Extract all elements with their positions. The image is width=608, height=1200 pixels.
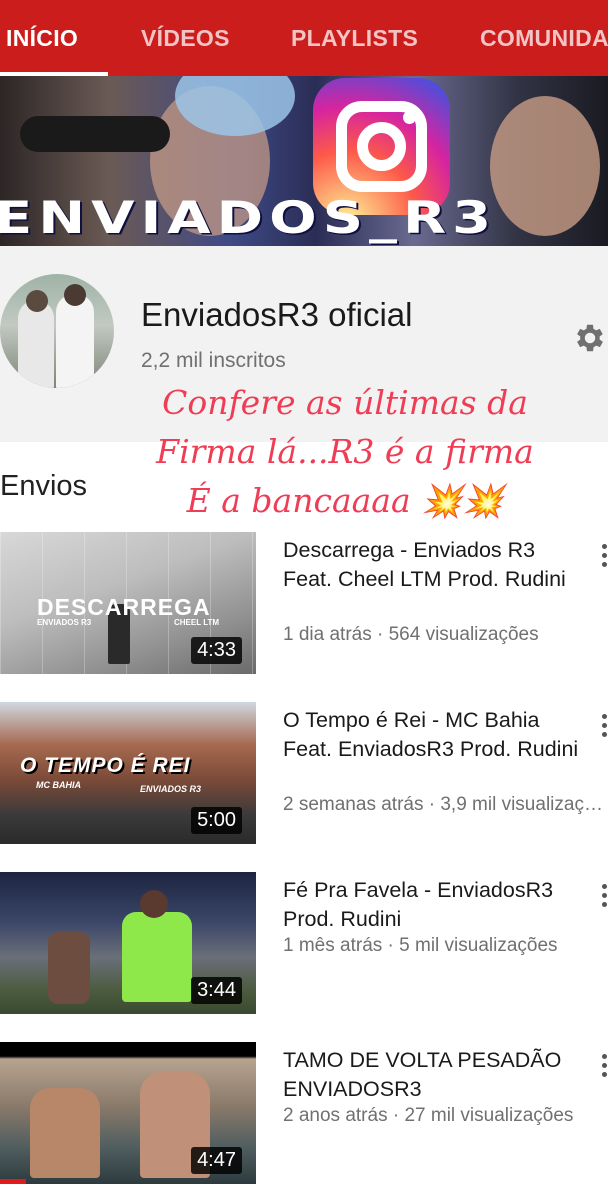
video-duration: 3:44 <box>191 977 242 1004</box>
subscriber-count: 2,2 mil inscritos <box>141 349 286 372</box>
thumbnail-person <box>30 1088 100 1178</box>
video-thumbnail[interactable]: O TEMPO É REI MC BAHIA ENVIADOS R3 5:00 <box>0 702 256 844</box>
thumbnail-subtitle-left: MC BAHIA <box>36 780 81 790</box>
tab-playlists[interactable]: PLAYLISTS <box>291 0 418 76</box>
thumbnail-person <box>122 912 192 1002</box>
banner-text: ENVIADOS_R3 <box>0 192 498 244</box>
gear-icon[interactable] <box>572 320 608 356</box>
thumbnail-title: DESCARREGA <box>37 594 211 620</box>
video-meta: 2 anos atrás · 27 mil visualizações <box>283 1105 574 1126</box>
video-duration: 4:47 <box>191 1147 242 1174</box>
video-duration: 4:33 <box>191 637 242 664</box>
video-duration: 5:00 <box>191 807 242 834</box>
video-thumbnail[interactable]: 4:47 <box>0 1042 256 1184</box>
more-vert-icon[interactable] <box>600 714 608 740</box>
overlay-line-3: É a bancaaaa 💥💥 <box>180 481 510 520</box>
banner-artist-right <box>490 96 600 236</box>
section-title: Envios <box>0 470 88 502</box>
thumbnail-subtitle-left: ENVIADOS R3 <box>37 618 92 627</box>
video-meta: 1 dia atrás · 564 visualizações <box>283 624 539 645</box>
video-meta: 1 mês atrás · 5 mil visualizações <box>283 935 558 956</box>
video-title[interactable]: O Tempo é Rei - MC Bahia Feat. EnviadosR… <box>283 706 583 764</box>
overlay-line-2: Firma lá...R3 é a firma <box>156 432 534 471</box>
channel-avatar[interactable] <box>0 274 114 388</box>
tab-comunidade[interactable]: COMUNIDADE <box>480 0 608 76</box>
channel-name: EnviadosR3 oficial <box>141 296 413 333</box>
overlay-line-1: Confere as últimas da <box>162 383 528 422</box>
more-vert-icon[interactable] <box>600 544 608 570</box>
video-title[interactable]: Fé Pra Favela - EnviadosR3 Prod. Rudini <box>283 876 583 934</box>
video-item[interactable]: DESCARREGA ENVIADOS R3 CHEEL LTM 4:33 De… <box>0 532 608 682</box>
channel-banner: ENVIADOS_R3 <box>0 76 608 246</box>
more-vert-icon[interactable] <box>600 884 608 910</box>
video-title[interactable]: TAMO DE VOLTA PESADÃO ENVIADOSR3 <box>283 1046 583 1104</box>
overlay-caption: Confere as últimas da Firma lá...R3 é a … <box>140 378 550 525</box>
video-meta: 2 semanas atrás · 3,9 mil visualizações <box>283 794 605 815</box>
thumbnail-head <box>140 890 168 918</box>
thumbnail-subtitle-right: ENVIADOS R3 <box>140 784 202 794</box>
video-thumbnail[interactable]: DESCARREGA ENVIADOS R3 CHEEL LTM 4:33 <box>0 532 256 674</box>
thumbnail-subtitle-right: CHEEL LTM <box>174 618 220 627</box>
channel-tab-bar: INÍCIO VÍDEOS PLAYLISTS COMUNIDADE <box>0 0 608 76</box>
watched-progress-bar <box>0 1179 26 1184</box>
video-item[interactable]: 4:47 TAMO DE VOLTA PESADÃO ENVIADOSR3 2 … <box>0 1042 608 1192</box>
more-vert-icon[interactable] <box>600 1054 608 1080</box>
video-title[interactable]: Descarrega - Enviados R3 Feat. Cheel LTM… <box>283 536 583 594</box>
video-thumbnail[interactable]: 3:44 <box>0 872 256 1014</box>
tab-videos[interactable]: VÍDEOS <box>141 0 230 76</box>
banner-microphone <box>20 116 170 152</box>
tab-inicio[interactable]: INÍCIO <box>6 0 78 76</box>
thumbnail-person <box>48 932 90 1004</box>
video-item[interactable]: O TEMPO É REI MC BAHIA ENVIADOS R3 5:00 … <box>0 702 608 852</box>
video-item[interactable]: 3:44 Fé Pra Favela - EnviadosR3 Prod. Ru… <box>0 872 608 1022</box>
thumbnail-title: O TEMPO É REI <box>20 754 191 777</box>
